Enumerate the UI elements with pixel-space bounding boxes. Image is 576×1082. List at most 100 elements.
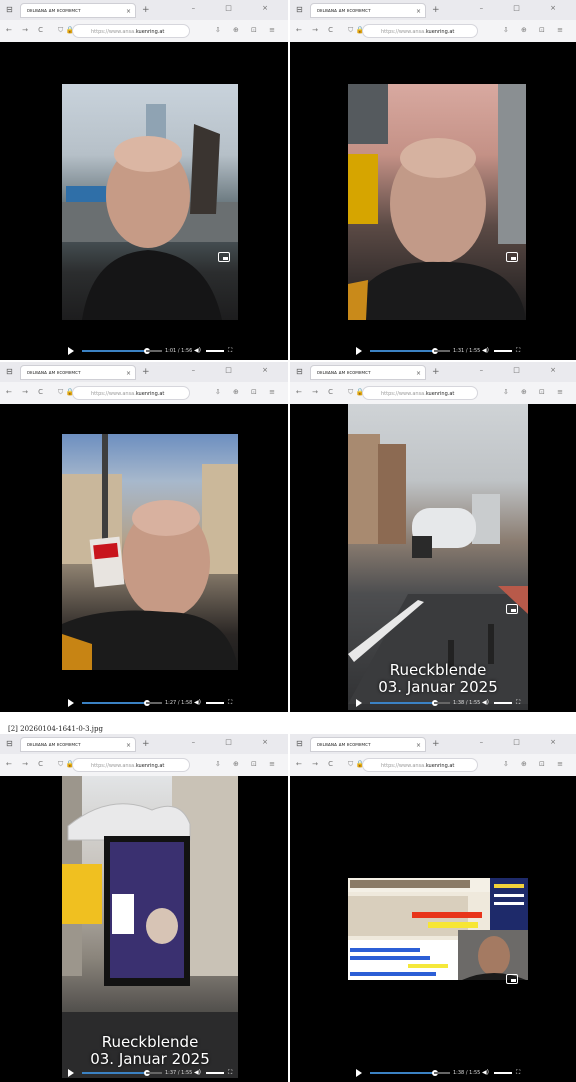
- browser-chrome: ⊟ ᴅᴇʟʙᴀɴᴀ ᴀᴍ ᴇᴄᴏᴍᴇᴍᴄᴛ × + – □ × ← → C ⛉ 🔒…: [290, 734, 576, 777]
- toolbar-icons[interactable]: ⇩ ⊕ ⊡ ≡: [215, 760, 280, 768]
- fullscreen-icon[interactable]: ⛶: [228, 346, 232, 356]
- toolbar-icons[interactable]: ⇩ ⊕ ⊡ ≡: [215, 26, 280, 34]
- caption-line-1: Rueckblende: [101, 1033, 199, 1051]
- browser-tab[interactable]: ᴅᴇʟʙᴀɴᴀ ᴀᴍ ᴇᴄᴏᴍᴇᴍᴄᴛ ×: [20, 737, 136, 752]
- progress-bar[interactable]: [82, 702, 146, 704]
- address-bar[interactable]: https://www.ansa.kuenring.at: [72, 386, 190, 400]
- picture-in-picture-icon[interactable]: [218, 252, 230, 262]
- fullscreen-icon[interactable]: ⛶: [516, 1068, 520, 1078]
- volume-slider[interactable]: [206, 1072, 224, 1074]
- volume-icon[interactable]: ◀): [482, 698, 489, 708]
- play-icon[interactable]: [68, 699, 74, 707]
- browser-tab[interactable]: ᴅᴇʟʙᴀɴᴀ ᴀᴍ ᴇᴄᴏᴍᴇᴍᴄᴛ ×: [20, 3, 136, 18]
- toolbar-icons[interactable]: ⇩ ⊕ ⊡ ≡: [503, 26, 568, 34]
- address-bar[interactable]: https://www.ansa.kuenring.at: [362, 758, 478, 772]
- url-prefix: https://www.ansa.: [381, 391, 426, 397]
- window-controls[interactable]: – □ ×: [192, 4, 282, 12]
- picture-in-picture-icon[interactable]: [506, 252, 518, 262]
- browser-tab[interactable]: ᴅᴇʟʙᴀɴᴀ ᴀᴍ ᴇᴄᴏᴍᴇᴍᴄᴛ ×: [310, 737, 426, 752]
- browser-tab[interactable]: ᴅᴇʟʙᴀɴᴀ ᴀᴍ ᴇᴄᴏᴍᴇᴍᴄᴛ ×: [20, 365, 136, 380]
- fullscreen-icon[interactable]: ⛶: [228, 1068, 232, 1078]
- nav-buttons[interactable]: ← → C: [296, 760, 337, 768]
- toolbar-icons[interactable]: ⇩ ⊕ ⊡ ≡: [503, 760, 568, 768]
- time-display: 1:37 / 1:55: [165, 1070, 193, 1076]
- toolbar-icons[interactable]: ⇩ ⊕ ⊡ ≡: [215, 388, 280, 396]
- window-menu-icon[interactable]: ⊟: [296, 5, 303, 15]
- browser-chrome: ⊟ ᴅᴇʟʙᴀɴᴀ ᴀᴍ ᴇᴄᴏᴍᴇᴍᴄᴛ × + – □ × ← → C ⛉ 🔒…: [290, 362, 576, 405]
- nav-buttons[interactable]: ← → C: [296, 388, 337, 396]
- volume-icon[interactable]: ◀): [482, 346, 489, 356]
- nav-buttons[interactable]: ← → C: [6, 388, 47, 396]
- toolbar-icons[interactable]: ⇩ ⊕ ⊡ ≡: [503, 388, 568, 396]
- new-tab-button[interactable]: +: [432, 738, 440, 750]
- picture-in-picture-icon[interactable]: [506, 604, 518, 614]
- volume-slider[interactable]: [494, 1072, 512, 1074]
- fullscreen-icon[interactable]: ⛶: [228, 698, 232, 708]
- file-label: [2] 20260104-1641-0-3.jpg: [8, 725, 103, 733]
- window-controls[interactable]: – □ ×: [480, 4, 570, 12]
- volume-slider[interactable]: [494, 702, 512, 704]
- volume-slider[interactable]: [206, 702, 224, 704]
- address-bar[interactable]: https://www.ansa.kuenring.at: [72, 758, 190, 772]
- tab-bar: ⊟ ᴅᴇʟʙᴀɴᴀ ᴀᴍ ᴇᴄᴏᴍᴇᴍᴄᴛ × + – □ ×: [0, 0, 288, 20]
- play-icon[interactable]: [356, 347, 362, 355]
- play-icon[interactable]: [356, 1069, 362, 1077]
- progress-bar[interactable]: [370, 350, 434, 352]
- window-menu-icon[interactable]: ⊟: [6, 367, 13, 377]
- fullscreen-icon[interactable]: ⛶: [516, 698, 520, 708]
- new-tab-button[interactable]: +: [142, 738, 150, 750]
- new-tab-button[interactable]: +: [142, 4, 150, 16]
- window-controls[interactable]: – □ ×: [480, 366, 570, 374]
- play-icon[interactable]: [68, 347, 74, 355]
- video-still: [348, 878, 528, 980]
- window-menu-icon[interactable]: ⊟: [6, 5, 13, 15]
- new-tab-button[interactable]: +: [142, 366, 150, 378]
- volume-icon[interactable]: ◀): [482, 1068, 489, 1078]
- play-icon[interactable]: [68, 1069, 74, 1077]
- video-player[interactable]: 1:38 / 1:55 ◀) ⛶: [290, 776, 576, 1082]
- nav-buttons[interactable]: ← → C: [6, 760, 47, 768]
- progress-bar[interactable]: [370, 702, 434, 704]
- close-tab-icon[interactable]: ×: [126, 366, 131, 379]
- new-tab-button[interactable]: +: [432, 4, 440, 16]
- close-tab-icon[interactable]: ×: [126, 4, 131, 17]
- video-player[interactable]: 1:01 / 1:56 ◀) ⛶: [0, 42, 288, 360]
- new-tab-button[interactable]: +: [432, 366, 440, 378]
- volume-icon[interactable]: ◀): [194, 698, 201, 708]
- fullscreen-icon[interactable]: ⛶: [516, 346, 520, 356]
- window-menu-icon[interactable]: ⊟: [6, 739, 13, 749]
- nav-buttons[interactable]: ← → C: [296, 26, 337, 34]
- close-tab-icon[interactable]: ×: [416, 4, 421, 17]
- address-bar[interactable]: https://www.ansa.kuenring.at: [362, 24, 478, 38]
- video-controls: 1:38 / 1:55 ◀) ⛶: [356, 1068, 526, 1078]
- volume-slider[interactable]: [494, 350, 512, 352]
- close-tab-icon[interactable]: ×: [416, 738, 421, 751]
- progress-bar[interactable]: [370, 1072, 434, 1074]
- progress-remaining: [434, 350, 450, 352]
- browser-tab[interactable]: ᴅᴇʟʙᴀɴᴀ ᴀᴍ ᴇᴄᴏᴍᴇᴍᴄᴛ ×: [310, 3, 426, 18]
- volume-icon[interactable]: ◀): [194, 1068, 201, 1078]
- picture-in-picture-icon[interactable]: [506, 974, 518, 984]
- video-controls: 1:31 / 1:55 ◀) ⛶: [356, 346, 526, 356]
- play-icon[interactable]: [356, 699, 362, 707]
- browser-chrome: ⊟ ᴅᴇʟʙᴀɴᴀ ᴀᴍ ᴇᴄᴏᴍᴇᴍᴄᴛ × + – □ × ← → C ⛉ 🔒…: [0, 0, 288, 43]
- window-menu-icon[interactable]: ⊟: [296, 739, 303, 749]
- volume-slider[interactable]: [206, 350, 224, 352]
- window-controls[interactable]: – □ ×: [192, 366, 282, 374]
- browser-tab[interactable]: ᴅᴇʟʙᴀɴᴀ ᴀᴍ ᴇᴄᴏᴍᴇᴍᴄᴛ ×: [310, 365, 426, 380]
- close-tab-icon[interactable]: ×: [126, 738, 131, 751]
- video-player[interactable]: 1:31 / 1:55 ◀) ⛶: [290, 42, 576, 360]
- address-bar[interactable]: https://www.ansa.kuenring.at: [72, 24, 190, 38]
- video-player[interactable]: Rueckblende 03. Januar 2025 1:37 / 1:55 …: [0, 776, 288, 1082]
- video-player[interactable]: Rueckblende 03. Januar 2025 1:38 / 1:55 …: [290, 404, 576, 712]
- volume-icon[interactable]: ◀): [194, 346, 201, 356]
- progress-bar[interactable]: [82, 350, 146, 352]
- address-bar[interactable]: https://www.ansa.kuenring.at: [362, 386, 478, 400]
- video-player[interactable]: 1:27 / 1:58 ◀) ⛶: [0, 404, 288, 712]
- window-menu-icon[interactable]: ⊟: [296, 367, 303, 377]
- window-controls[interactable]: – □ ×: [480, 738, 570, 746]
- window-controls[interactable]: – □ ×: [192, 738, 282, 746]
- close-tab-icon[interactable]: ×: [416, 366, 421, 379]
- progress-bar[interactable]: [82, 1072, 146, 1074]
- nav-buttons[interactable]: ← → C: [6, 26, 47, 34]
